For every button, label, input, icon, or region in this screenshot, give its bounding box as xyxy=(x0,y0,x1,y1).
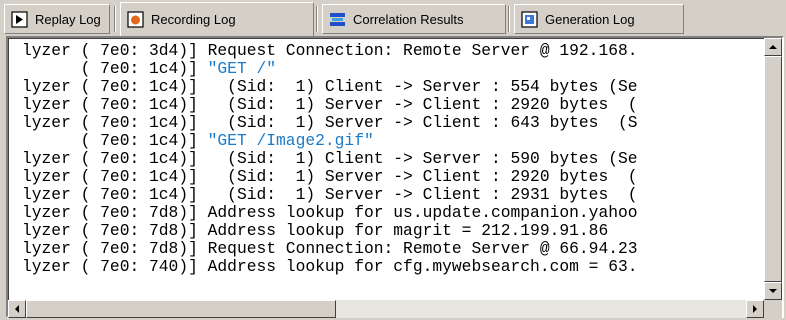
horizontal-scroll-thumb[interactable] xyxy=(26,300,336,318)
log-line: lyzer ( 7e0: 7d8)] Address lookup for us… xyxy=(22,204,638,222)
log-thread-prefix: lyzer ( 7e0: 3d4)] xyxy=(22,41,208,60)
scrollbar-corner xyxy=(764,300,782,318)
arrow-left-icon xyxy=(15,305,19,313)
scroll-up-button[interactable] xyxy=(764,38,782,56)
tab-correlation-results[interactable]: Correlation Results xyxy=(322,4,506,34)
log-line: ( 7e0: 1c4)] "GET /Image2.gif" xyxy=(22,132,638,150)
log-message-text: Address lookup for us.update.companion.y… xyxy=(207,203,638,222)
log-line: ( 7e0: 1c4)] "GET /" xyxy=(22,60,638,78)
log-thread-prefix: lyzer ( 7e0: 7d8)] xyxy=(22,239,208,258)
log-message-text: (Sid: 1) Client -> Server : 554 bytes (S… xyxy=(207,77,638,96)
log-line: lyzer ( 7e0: 1c4)] (Sid: 1) Client -> Se… xyxy=(22,78,638,96)
log-thread-prefix: lyzer ( 7e0: 1c4)] xyxy=(22,149,208,168)
log-view[interactable]: lyzer ( 7e0: 3d4)] Request Connection: R… xyxy=(8,38,764,300)
tab-recording-log[interactable]: Recording Log xyxy=(120,2,314,36)
log-thread-prefix: lyzer ( 7e0: 7d8)] xyxy=(22,221,208,240)
generation-icon xyxy=(521,10,538,28)
log-line: lyzer ( 7e0: 1c4)] (Sid: 1) Server -> Cl… xyxy=(22,186,638,204)
tab-strip: Replay Log Recording Log Correlation Res… xyxy=(0,0,786,36)
tab-separator xyxy=(508,6,510,32)
log-line: lyzer ( 7e0: 740)] Address lookup for cf… xyxy=(22,258,638,276)
log-line: lyzer ( 7e0: 7d8)] Address lookup for ma… xyxy=(22,222,638,240)
log-thread-prefix: lyzer ( 7e0: 1c4)] xyxy=(22,77,208,96)
log-message-text: (Sid: 1) Server -> Client : 2931 bytes ( xyxy=(207,185,638,204)
arrow-right-icon xyxy=(753,305,757,313)
log-thread-prefix: lyzer ( 7e0: 1c4)] xyxy=(22,167,208,186)
tab-label: Recording Log xyxy=(151,12,236,27)
tab-label: Replay Log xyxy=(35,11,101,27)
log-request-text: "GET /" xyxy=(207,59,277,78)
log-text: lyzer ( 7e0: 3d4)] Request Connection: R… xyxy=(22,42,638,276)
arrow-down-icon xyxy=(769,289,777,293)
vertical-scroll-thumb[interactable] xyxy=(764,56,782,282)
log-message-text: (Sid: 1) Server -> Client : 2920 bytes ( xyxy=(207,167,638,186)
tab-separator xyxy=(114,6,116,32)
log-line: lyzer ( 7e0: 1c4)] (Sid: 1) Server -> Cl… xyxy=(22,168,638,186)
tab-label: Generation Log xyxy=(545,11,635,27)
tab-replay-log[interactable]: Replay Log xyxy=(4,4,110,34)
log-message-text: Address lookup for magrit = 212.199.91.8… xyxy=(207,221,609,240)
correlation-icon xyxy=(329,11,346,28)
horizontal-scrollbar[interactable] xyxy=(8,300,764,318)
log-message-text: Address lookup for cfg.mywebsearch.com =… xyxy=(207,257,638,276)
log-message-text: Request Connection: Remote Server @ 192.… xyxy=(207,41,638,60)
log-thread-prefix: lyzer ( 7e0: 7d8)] xyxy=(22,203,208,222)
log-message-text: (Sid: 1) Server -> Client : 2920 bytes ( xyxy=(207,95,638,114)
recording-log-pane: lyzer ( 7e0: 3d4)] Request Connection: R… xyxy=(6,36,784,318)
log-line: lyzer ( 7e0: 7d8)] Request Connection: R… xyxy=(22,240,638,258)
log-line: lyzer ( 7e0: 1c4)] (Sid: 1) Server -> Cl… xyxy=(22,96,638,114)
log-request-text: "GET /Image2.gif" xyxy=(207,131,374,150)
scroll-right-button[interactable] xyxy=(746,300,764,318)
arrow-up-icon xyxy=(769,45,777,49)
log-message-text: (Sid: 1) Server -> Client : 643 bytes (S xyxy=(207,113,638,132)
log-thread-prefix: lyzer ( 7e0: 1c4)] xyxy=(22,95,208,114)
log-line: lyzer ( 7e0: 1c4)] (Sid: 1) Client -> Se… xyxy=(22,150,638,168)
scroll-down-button[interactable] xyxy=(764,282,782,300)
log-message-text: (Sid: 1) Client -> Server : 590 bytes (S… xyxy=(207,149,638,168)
log-thread-prefix: ( 7e0: 1c4)] xyxy=(22,131,208,150)
log-line: lyzer ( 7e0: 1c4)] (Sid: 1) Server -> Cl… xyxy=(22,114,638,132)
log-thread-prefix: lyzer ( 7e0: 1c4)] xyxy=(22,185,208,204)
replay-icon xyxy=(11,10,28,28)
log-thread-prefix: lyzer ( 7e0: 740)] xyxy=(22,257,208,276)
log-message-text: Request Connection: Remote Server @ 66.9… xyxy=(207,239,638,258)
tab-generation-log[interactable]: Generation Log xyxy=(514,4,684,34)
tab-separator xyxy=(316,6,318,32)
tab-label: Correlation Results xyxy=(353,11,464,27)
log-thread-prefix: lyzer ( 7e0: 1c4)] xyxy=(22,113,208,132)
log-line: lyzer ( 7e0: 3d4)] Request Connection: R… xyxy=(22,42,638,60)
vertical-scrollbar[interactable] xyxy=(764,38,782,300)
log-thread-prefix: ( 7e0: 1c4)] xyxy=(22,59,208,78)
recording-icon xyxy=(127,11,144,28)
scroll-left-button[interactable] xyxy=(8,300,26,318)
